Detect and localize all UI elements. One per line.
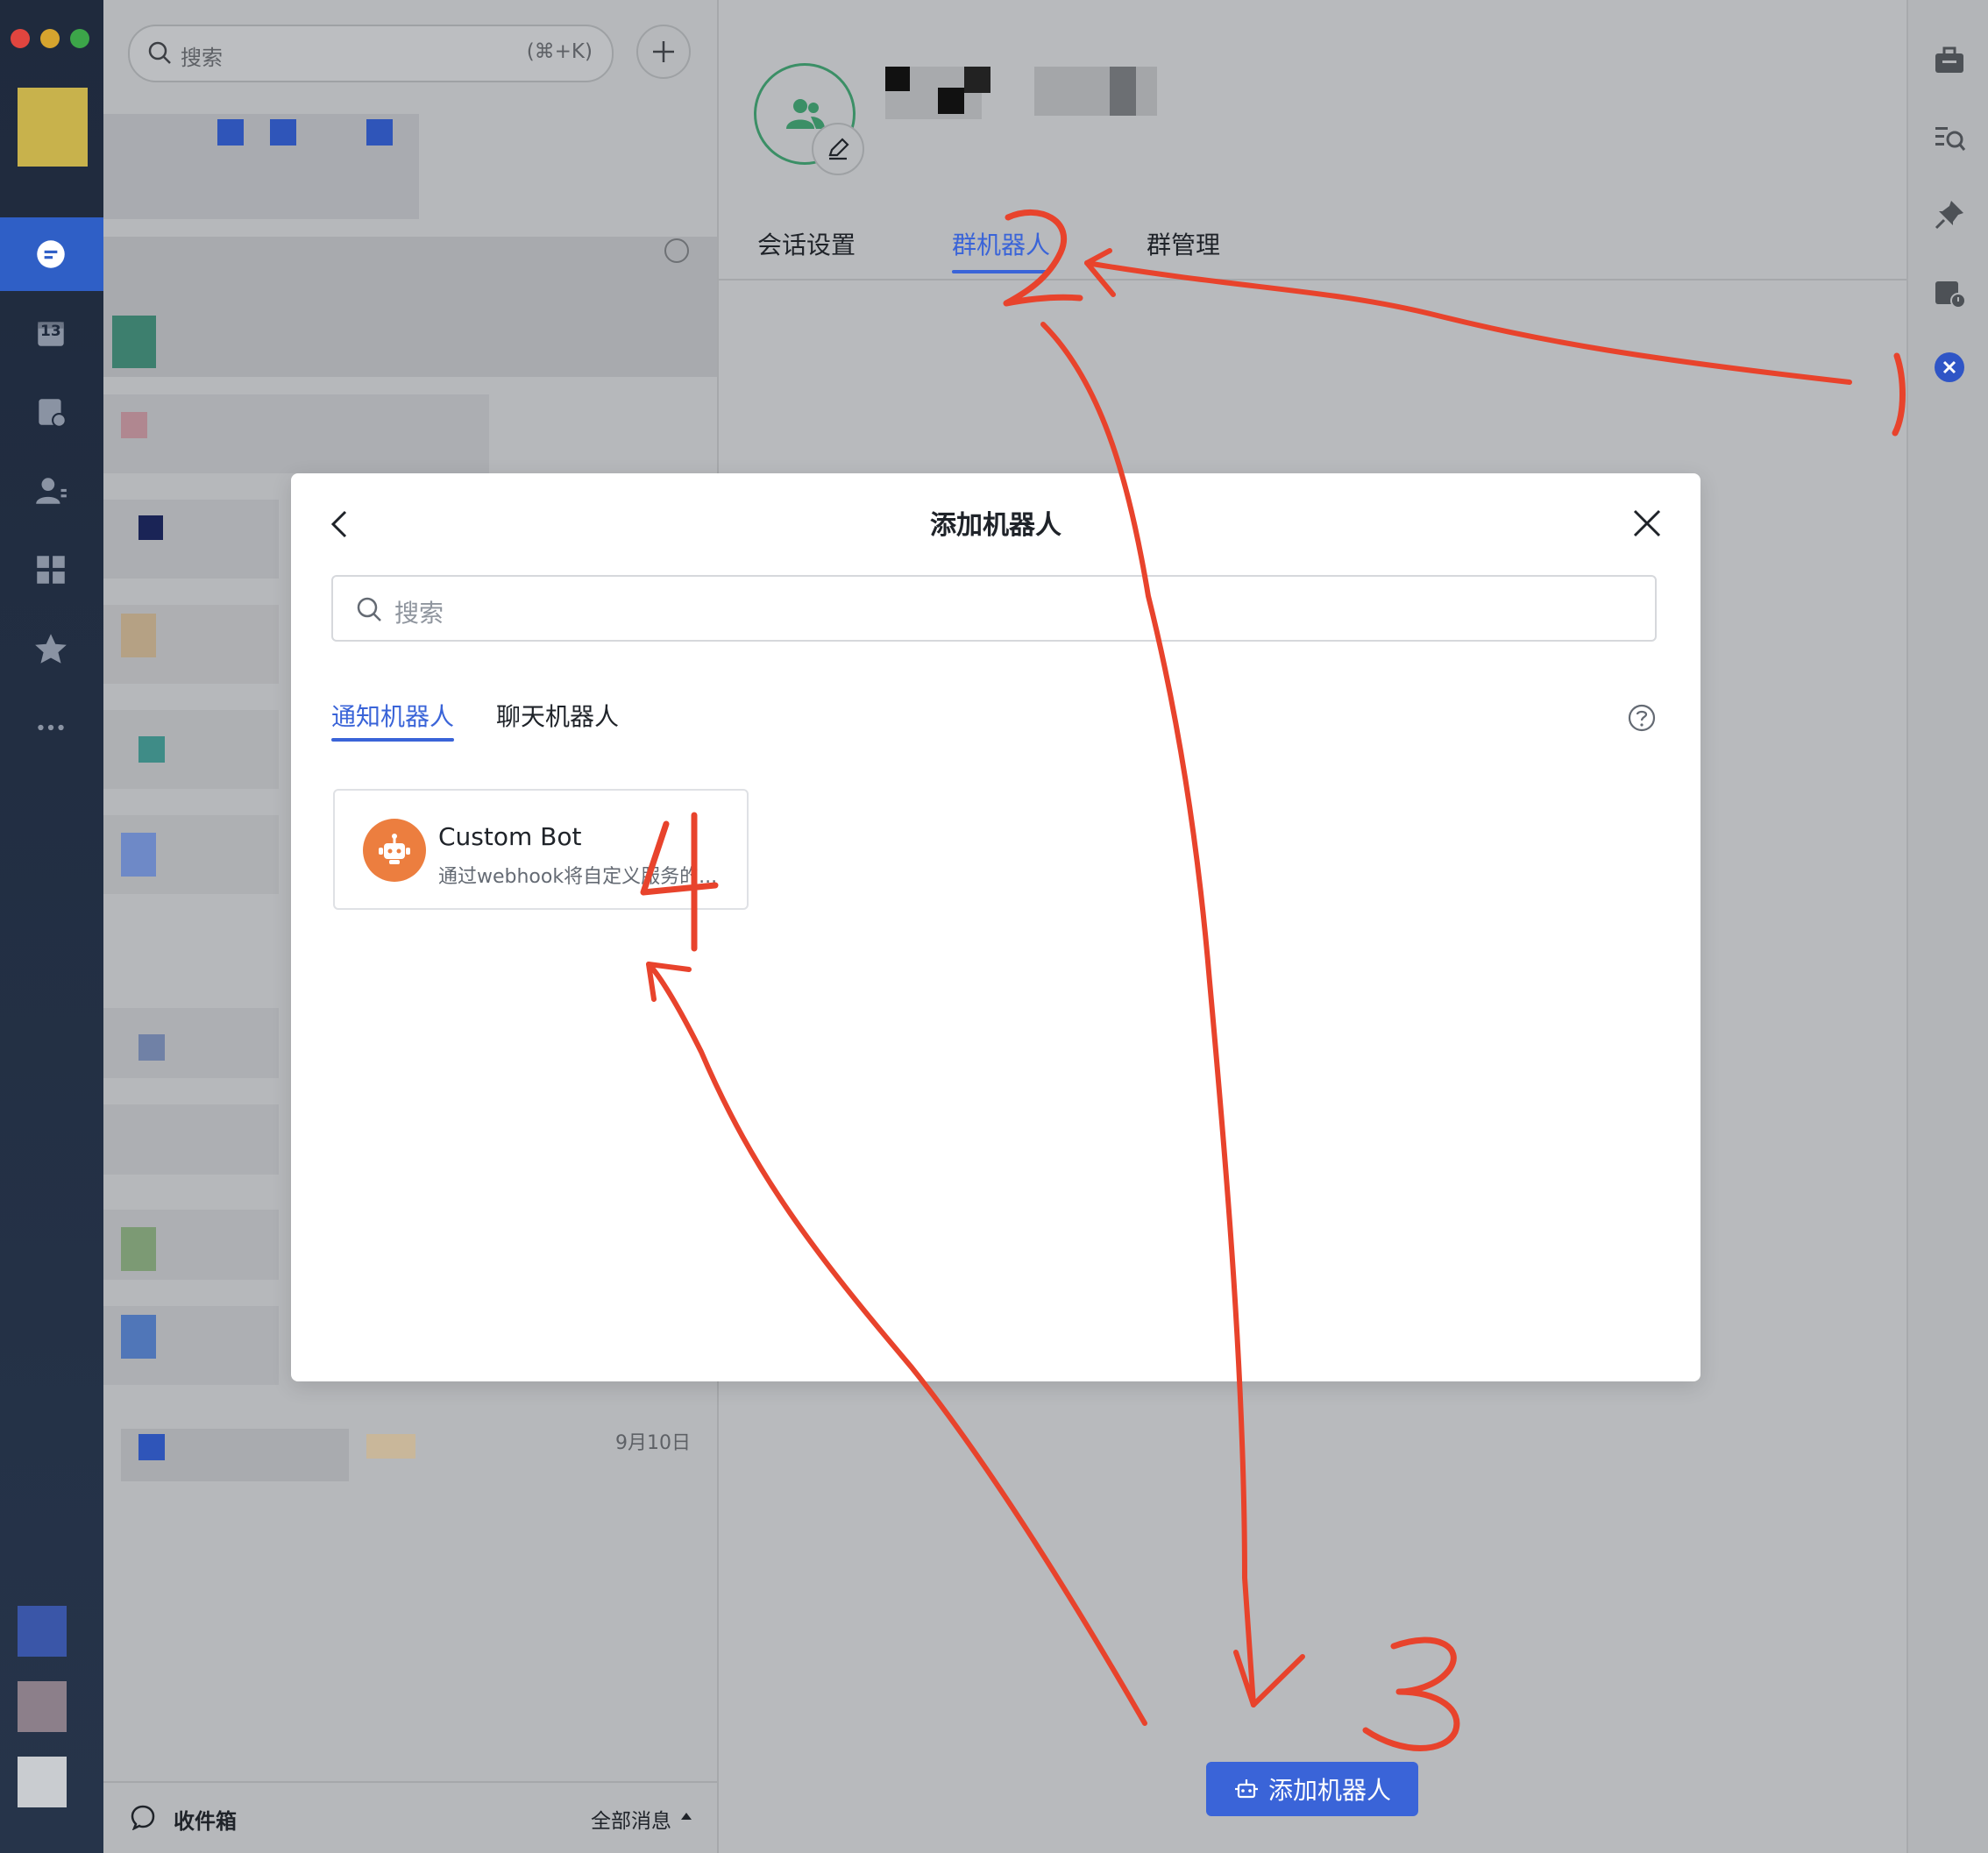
list-item-tag: [366, 1434, 415, 1459]
left-nav: 13: [0, 0, 103, 1853]
tab-notification-bots[interactable]: 通知机器人: [331, 698, 454, 733]
list-item[interactable]: [103, 394, 489, 473]
add-bot-button[interactable]: 添加机器人: [1206, 1762, 1418, 1816]
robot-icon: [379, 834, 410, 864]
tab-chat-settings[interactable]: 会话设置: [757, 226, 856, 261]
tab-group-management[interactable]: 群管理: [1147, 226, 1220, 261]
list-item-avatar: [138, 736, 165, 763]
list-item-avatar: [112, 316, 156, 368]
robot-icon: [1234, 1779, 1258, 1799]
chat-bubble-icon[interactable]: [26, 230, 75, 279]
list-item[interactable]: [103, 500, 279, 579]
list-item-avatar: [121, 412, 147, 438]
bot-name: Custom Bot: [438, 822, 582, 851]
active-tab-indicator: [331, 738, 454, 742]
star-icon[interactable]: [26, 624, 75, 673]
collapse-icon[interactable]: [664, 238, 689, 263]
search-icon: [357, 597, 381, 621]
group-name-pixel: [885, 67, 910, 91]
create-button[interactable]: [636, 25, 691, 79]
briefcase-icon[interactable]: [1929, 40, 1970, 81]
list-item-avatar: [270, 119, 296, 146]
list-item[interactable]: [103, 237, 717, 377]
list-item-avatar: [121, 1315, 156, 1359]
tab-divider: [719, 279, 1906, 280]
workspace-avatar[interactable]: [18, 88, 88, 167]
list-item-avatar: [138, 1434, 165, 1460]
group-name: [1034, 67, 1157, 116]
list-item-avatar: [138, 1034, 165, 1061]
calendar-icon[interactable]: 13: [26, 309, 75, 358]
list-item[interactable]: [103, 1104, 279, 1175]
add-bot-button-label: 添加机器人: [1267, 1776, 1391, 1805]
contacts-icon[interactable]: [26, 466, 75, 515]
list-item[interactable]: [103, 710, 279, 789]
pencil-icon: [828, 138, 849, 160]
minimize-window-dot[interactable]: [40, 29, 60, 48]
more-icon[interactable]: [26, 703, 75, 752]
search-shortcut: (⌘+K): [526, 40, 593, 63]
close-window-dot[interactable]: [11, 29, 30, 48]
search-history-icon[interactable]: [1929, 117, 1970, 158]
add-bot-dialog: 添加机器人 搜索 通知机器人 聊天机器人 Custom Bot 通过webhoo…: [291, 473, 1700, 1381]
chat-search-box[interactable]: 搜索 (⌘+K): [128, 25, 614, 82]
help-icon[interactable]: [1627, 703, 1657, 733]
workplace-icon[interactable]: [26, 545, 75, 594]
close-icon[interactable]: [1632, 508, 1662, 538]
edit-avatar-button[interactable]: [812, 123, 864, 175]
inbox-icon: [131, 1805, 155, 1830]
app-shortcut-2[interactable]: [18, 1681, 67, 1732]
tab-group-bots[interactable]: 群机器人: [952, 226, 1050, 261]
bot-search-input[interactable]: 搜索: [331, 575, 1657, 642]
list-item-avatar: [121, 833, 156, 877]
app-shortcut-3[interactable]: [18, 1757, 67, 1807]
zoom-window-dot[interactable]: [70, 29, 89, 48]
active-tab-indicator: [952, 270, 1050, 273]
calendar-schedule-icon[interactable]: [1929, 272, 1970, 312]
inbox-label[interactable]: 收件箱: [174, 1804, 237, 1835]
group-name-pixel: [964, 67, 990, 93]
plus-icon: [653, 41, 674, 62]
tab-chat-bots[interactable]: 聊天机器人: [496, 698, 619, 733]
calendar-day: 13: [40, 323, 61, 340]
bot-avatar: [363, 819, 426, 882]
search-placeholder: 搜索: [181, 46, 223, 70]
bot-search-placeholder: 搜索: [394, 599, 444, 628]
list-item-avatar: [366, 119, 393, 146]
caret-up-icon: [681, 1813, 692, 1820]
list-item-date: 9月10日: [615, 1432, 691, 1454]
dialog-title: 添加机器人: [930, 510, 1061, 541]
search-icon: [148, 41, 171, 64]
right-toolbar: [1906, 0, 1988, 1853]
list-item[interactable]: [103, 1008, 279, 1078]
chat-list-footer: 收件箱 全部消息: [103, 1781, 717, 1853]
app-window: 13 搜索 (⌘+K) 9月10日 收件箱 全部消息 会话设置 群机器人 群管理…: [0, 0, 1988, 1853]
close-settings-icon[interactable]: [1929, 347, 1970, 387]
message-filter-dropdown[interactable]: 全部消息: [591, 1804, 671, 1834]
pin-icon[interactable]: [1929, 195, 1970, 235]
bot-description: 通过webhook将自定义服务的...: [438, 866, 718, 888]
docs-icon[interactable]: [26, 387, 75, 437]
list-item-avatar: [138, 515, 163, 540]
list-item-avatar: [121, 1227, 156, 1271]
custom-bot-card[interactable]: Custom Bot 通过webhook将自定义服务的...: [333, 789, 749, 910]
list-item-avatar: [121, 614, 156, 657]
list-item-avatar: [217, 119, 244, 146]
group-name-pixel: [938, 88, 964, 114]
group-name-pixel: [1110, 67, 1136, 116]
app-shortcut-1[interactable]: [18, 1606, 67, 1657]
